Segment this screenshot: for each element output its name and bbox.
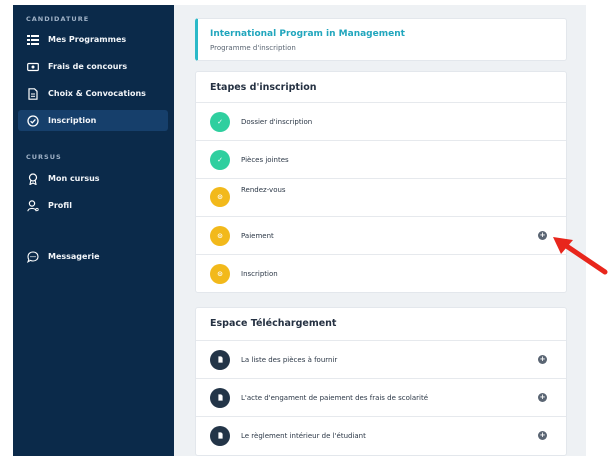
sidebar: CANDIDATURE Mes Programmes Frais de conc… [13,5,174,456]
section-label-cursus: CURSUS [26,153,62,161]
file-icon [210,425,230,446]
plus-circle-icon[interactable]: + [538,355,547,364]
step-label: Inscription [241,269,278,278]
program-subtitle: Programme d'inscription [210,44,296,52]
file-icon [210,349,230,370]
program-title: International Program in Management [210,29,405,39]
user-icon [26,199,40,213]
step-label: Paiement [241,231,274,240]
sidebar-item-label: Frais de concours [48,62,128,71]
money-icon [26,60,40,74]
plus-circle-icon[interactable]: + [538,431,547,440]
sidebar-item-mon-cursus[interactable]: Mon cursus [18,168,168,189]
steps-title: Etapes d'inscription [210,82,317,93]
red-arrow-annotation [553,237,608,275]
step-row-pieces-jointes[interactable]: ✓ Pièces jointes [196,140,566,178]
steps-card: Etapes d'inscription ✓ Dossier d'inscrip… [195,71,567,293]
program-card: International Program in Management Prog… [195,18,567,61]
plus-circle-icon[interactable]: + [538,231,547,240]
step-label: Pièces jointes [241,155,289,164]
sidebar-item-messagerie[interactable]: Messagerie [18,246,168,267]
sidebar-item-label: Inscription [48,116,97,125]
sidebar-item-label: Profil [48,201,72,210]
file-icon [210,387,230,408]
check-circle-icon [26,114,40,128]
sidebar-item-frais-de-concours[interactable]: Frais de concours [18,56,168,77]
check-icon: ✓ [210,111,230,132]
download-row-reglement[interactable]: Le règlement intérieur de l'étudiant + [196,416,566,454]
clock-icon: ⊙ [210,187,230,207]
sidebar-item-label: Mes Programmes [48,35,127,44]
clock-icon: ⊙ [210,225,230,246]
download-label: La liste des pièces à fournir [241,355,338,364]
list-icon [26,33,40,47]
sidebar-item-label: Messagerie [48,252,100,261]
sidebar-item-mes-programmes[interactable]: Mes Programmes [18,29,168,50]
step-row-rendez-vous[interactable]: ⊙ Rendez-vous [196,178,566,216]
clock-icon: ⊙ [210,263,230,284]
download-row-liste-pieces[interactable]: La liste des pièces à fournir + [196,340,566,378]
download-row-acte-engagement[interactable]: L'acte d'engament de paiement des frais … [196,378,566,416]
sidebar-item-profil[interactable]: Profil [18,195,168,216]
sidebar-item-inscription[interactable]: Inscription [18,110,168,131]
step-row-paiement[interactable]: ⊙ Paiement + [196,216,566,254]
main-content: International Program in Management Prog… [174,5,586,456]
sidebar-item-label: Mon cursus [48,174,100,183]
document-icon [26,87,40,101]
step-label: Dossier d'inscription [241,117,313,126]
download-label: Le règlement intérieur de l'étudiant [241,431,366,440]
section-label-candidature: CANDIDATURE [26,15,90,23]
step-row-inscription[interactable]: ⊙ Inscription [196,254,566,292]
chat-icon [26,250,40,264]
plus-circle-icon[interactable]: + [538,393,547,402]
downloads-card: Espace Téléchargement La liste des pièce… [195,307,567,456]
download-label: L'acte d'engament de paiement des frais … [241,393,429,402]
step-label: Rendez-vous [241,186,286,194]
downloads-title: Espace Téléchargement [210,318,337,329]
award-icon [26,172,40,186]
sidebar-item-choix-convocations[interactable]: Choix & Convocations [18,83,168,104]
step-row-dossier[interactable]: ✓ Dossier d'inscription [196,102,566,140]
sidebar-item-label: Choix & Convocations [48,89,146,98]
check-icon: ✓ [210,149,230,170]
